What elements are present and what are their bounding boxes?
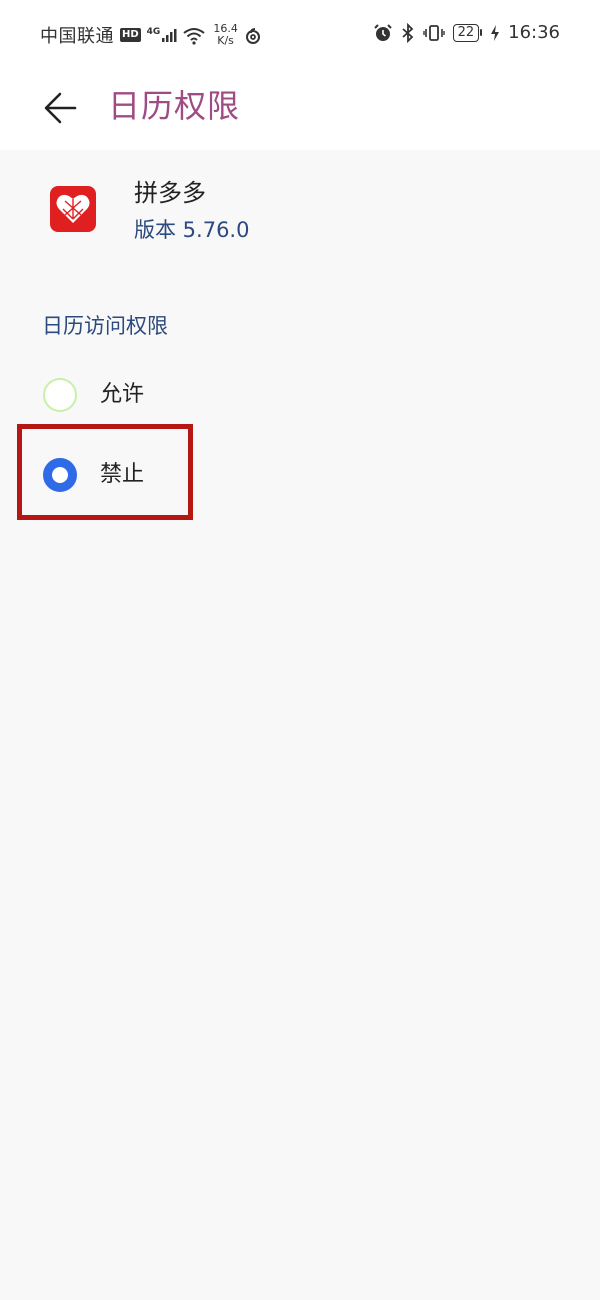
signal-icon: 4G xyxy=(147,27,178,43)
network-speed: 16.4 K/s xyxy=(213,23,238,47)
network-type-label: 4G xyxy=(146,27,161,37)
calendar-access-section-title: 日历访问权限 xyxy=(42,314,168,338)
charging-icon xyxy=(490,22,500,43)
status-bar: 中国联通 HD 4G 16.4 K/s 22 16:36 xyxy=(0,0,600,68)
deny-radio[interactable] xyxy=(43,458,77,492)
app-bar: 日历权限 xyxy=(0,68,600,148)
battery-level: 22 xyxy=(452,23,480,42)
carrier-name: 中国联通 xyxy=(40,26,114,47)
pinduoduo-app-icon xyxy=(50,186,96,232)
app-name: 拼多多 xyxy=(134,179,206,207)
allow-option[interactable]: 允许 xyxy=(22,355,190,435)
back-arrow-icon xyxy=(44,92,77,124)
deny-label: 禁止 xyxy=(100,462,145,487)
clock: 16:36 xyxy=(508,22,560,43)
bluetooth-icon xyxy=(401,22,415,43)
status-bar-left: 中国联通 HD 4G 16.4 K/s xyxy=(40,22,262,48)
status-bar-right: 22 16:36 xyxy=(373,22,560,43)
app-info: 拼多多 版本 5.76.0 xyxy=(0,170,600,260)
page-title: 日历权限 xyxy=(108,87,241,125)
network-speed-unit: K/s xyxy=(217,34,234,47)
app-version: 版本 5.76.0 xyxy=(134,218,250,242)
music-app-icon xyxy=(244,25,262,46)
alarm-icon xyxy=(373,22,393,43)
back-button[interactable] xyxy=(36,84,84,132)
wifi-icon xyxy=(183,25,205,46)
battery-icon: 22 xyxy=(452,23,483,42)
allow-label: 允许 xyxy=(100,382,145,407)
vibrate-icon xyxy=(422,22,445,43)
allow-radio[interactable] xyxy=(43,378,77,412)
hd-icon: HD xyxy=(120,28,141,42)
deny-option[interactable]: 禁止 xyxy=(22,435,190,515)
